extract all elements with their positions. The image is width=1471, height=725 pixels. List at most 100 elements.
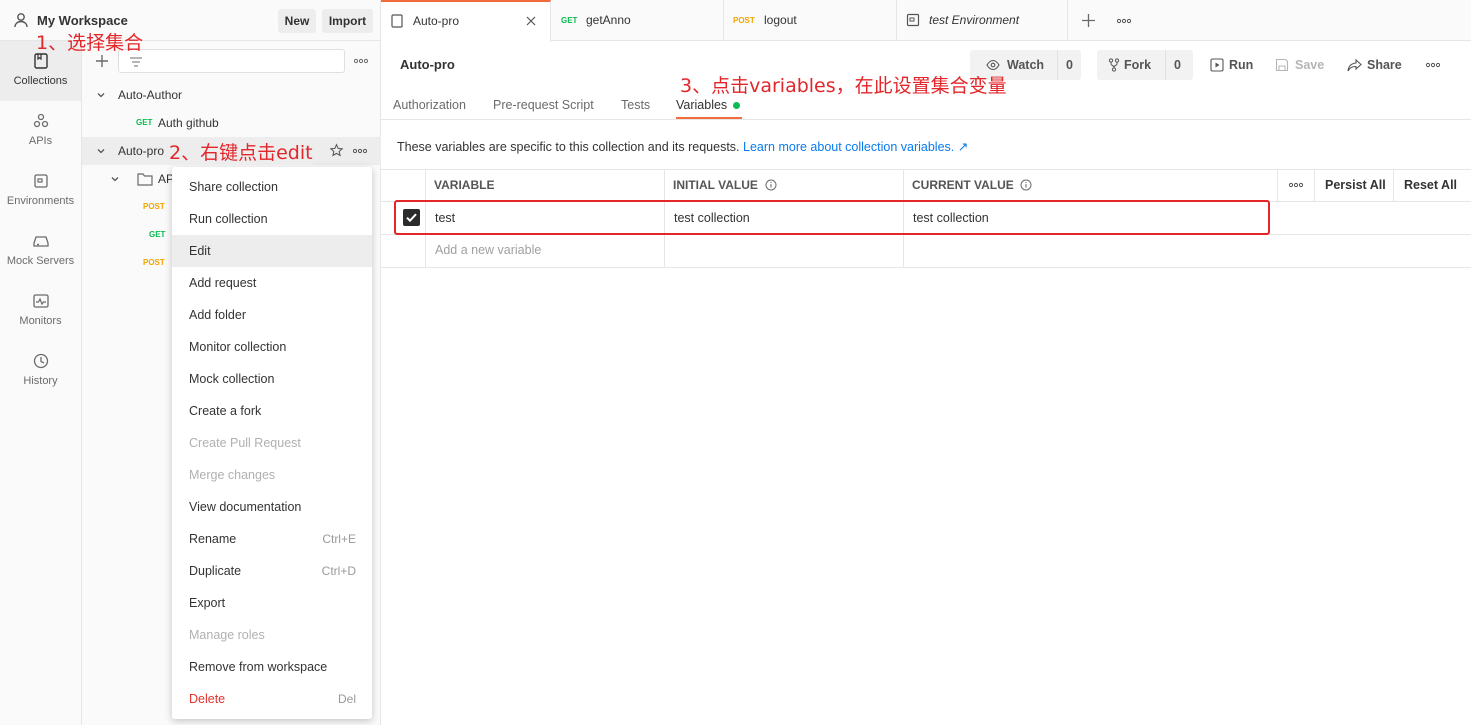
filter-input[interactable] <box>118 49 345 73</box>
info-icon[interactable] <box>765 179 777 191</box>
run-button[interactable]: Run <box>1210 50 1260 80</box>
method-badge: POST <box>733 16 755 25</box>
menu-item-run-collection[interactable]: Run collection <box>172 203 372 235</box>
variables-description: These variables are specific to this col… <box>397 139 968 154</box>
chevron-down-icon <box>96 90 106 100</box>
share-label: Share <box>1367 58 1402 72</box>
info-icon[interactable] <box>1020 179 1032 191</box>
tab-bar: Auto-pro GET getAnno POST logout test En… <box>381 0 1471 42</box>
method-badge: GET <box>561 16 578 25</box>
collection-header-more-icon[interactable] <box>1426 62 1440 68</box>
column-header-variable: VARIABLE <box>434 178 495 192</box>
save-label: Save <box>1295 58 1325 72</box>
description-text: These variables are specific to this col… <box>397 140 740 154</box>
method-badge: POST <box>143 258 165 267</box>
menu-item-export[interactable]: Export <box>172 587 372 619</box>
tab-logout[interactable]: POST logout <box>724 0 897 41</box>
method-badge: GET <box>149 230 166 239</box>
rail-item-environments[interactable]: Environments <box>0 161 81 221</box>
share-button[interactable]: Share <box>1347 50 1407 80</box>
rail-item-history[interactable]: History <box>0 341 81 401</box>
new-button[interactable]: New <box>278 9 316 33</box>
status-dot <box>733 102 740 109</box>
menu-item-rename[interactable]: Rename Ctrl+E <box>172 523 372 555</box>
tab-getanno[interactable]: GET getAnno <box>551 0 724 41</box>
environments-icon <box>31 171 51 191</box>
add-collection-icon[interactable] <box>94 53 110 69</box>
method-badge: GET <box>136 118 153 127</box>
collection-auto-author[interactable]: Auto-Author <box>82 81 381 109</box>
user-icon <box>13 12 29 28</box>
menu-item-remove-from-workspace[interactable]: Remove from workspace <box>172 651 372 683</box>
persist-all-button[interactable]: Persist All <box>1325 178 1386 192</box>
new-tab-icon[interactable] <box>1081 13 1096 28</box>
table-more-icon[interactable] <box>1289 182 1303 188</box>
shortcut-label: Ctrl+E <box>322 532 356 546</box>
fork-button[interactable]: Fork 0 <box>1097 50 1193 80</box>
menu-item-merge-changes: Merge changes <box>189 468 276 482</box>
request-name: Auth github <box>158 116 219 130</box>
history-icon <box>31 351 51 371</box>
column-divider <box>1277 169 1278 201</box>
tab-pre-request-script[interactable]: Pre-request Script <box>493 98 594 112</box>
rail-label: Monitors <box>19 315 62 327</box>
tab-label: logout <box>764 13 797 27</box>
menu-item-delete[interactable]: Delete Del <box>172 683 372 715</box>
rail-item-monitors[interactable]: Monitors <box>0 281 81 341</box>
menu-item-monitor-collection[interactable]: Monitor collection <box>172 331 372 363</box>
column-divider <box>1314 169 1315 201</box>
menu-item-share-collection[interactable]: Share collection <box>172 171 372 203</box>
mock-servers-icon <box>31 231 51 251</box>
column-header-current-value: CURRENT VALUE <box>912 178 1014 192</box>
rail-label: APIs <box>28 135 53 147</box>
chevron-down-icon <box>110 174 120 184</box>
tab-tests[interactable]: Tests <box>621 98 650 112</box>
tab-auto-pro[interactable]: Auto-pro <box>381 0 551 42</box>
menu-item-add-folder[interactable]: Add folder <box>172 299 372 331</box>
rail-item-mock-servers[interactable]: Mock Servers <box>0 221 81 281</box>
import-button[interactable]: Import <box>322 9 373 33</box>
table-row-border <box>381 267 1471 268</box>
menu-item-manage-roles: Manage roles <box>189 628 265 642</box>
watch-label: Watch <box>1007 58 1045 72</box>
menu-item-mock-collection[interactable]: Mock collection <box>172 363 372 395</box>
save-button: Save <box>1275 50 1330 80</box>
folder-icon <box>137 172 153 186</box>
more-options-icon[interactable] <box>354 58 368 64</box>
collection-more-icon[interactable] <box>353 148 367 154</box>
monitors-icon <box>31 291 51 311</box>
close-icon[interactable] <box>525 15 537 27</box>
annotation-step-3: 3、点击variables，在此设置集合变量 <box>680 75 1007 97</box>
table-top-border <box>381 169 1471 170</box>
menu-item-create-fork[interactable]: Create a fork <box>172 395 372 427</box>
column-divider <box>1393 169 1394 201</box>
reset-all-button[interactable]: Reset All <box>1404 178 1457 192</box>
workspace-title[interactable]: My Workspace <box>37 13 128 28</box>
tabs-more-icon[interactable] <box>1117 18 1131 24</box>
menu-item-view-documentation[interactable]: View documentation <box>172 491 372 523</box>
tab-test-environment[interactable]: test Environment <box>897 0 1068 41</box>
request-auth-github[interactable]: GET Auth github <box>82 109 381 137</box>
star-icon[interactable] <box>329 143 344 158</box>
fork-icon <box>1108 58 1120 72</box>
method-badge: POST <box>143 202 165 211</box>
rail-item-apis[interactable]: APIs <box>0 101 81 161</box>
environment-icon <box>906 13 920 27</box>
collection-icon <box>390 14 404 28</box>
menu-item-add-request[interactable]: Add request <box>172 267 372 299</box>
share-icon <box>1347 58 1362 72</box>
menu-item-duplicate[interactable]: Duplicate Ctrl+D <box>172 555 372 587</box>
rail-label: History <box>23 375 58 387</box>
collection-context-menu: Share collection Run collection Edit Add… <box>172 167 372 719</box>
menu-item-edit[interactable]: Edit <box>172 235 372 267</box>
annotation-highlight-box <box>394 200 1270 235</box>
add-variable-input[interactable]: Add a new variable <box>435 243 541 257</box>
play-icon <box>1210 58 1224 72</box>
left-rail: Collections APIs Environments Mock Serve… <box>0 41 82 725</box>
tab-authorization[interactable]: Authorization <box>393 98 466 112</box>
learn-more-link[interactable]: Learn more about collection variables. ↗ <box>743 140 968 154</box>
filter-icon <box>129 55 143 69</box>
tab-variables[interactable]: Variables <box>676 98 727 112</box>
tab-label: test Environment <box>929 13 1020 27</box>
fork-count: 0 <box>1165 50 1189 80</box>
